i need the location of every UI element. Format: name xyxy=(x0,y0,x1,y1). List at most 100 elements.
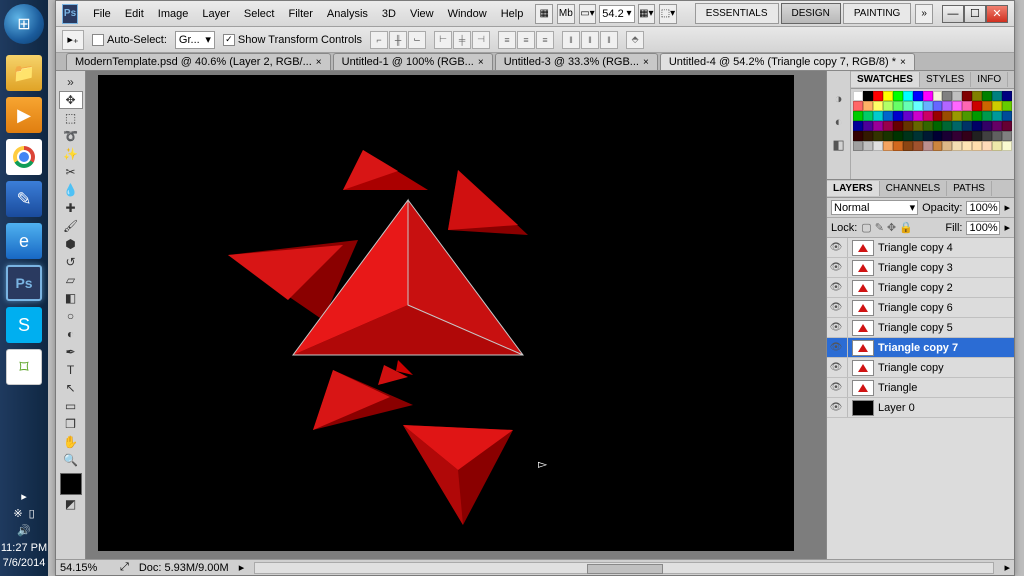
swatch[interactable] xyxy=(853,141,863,151)
layer-thumbnail[interactable] xyxy=(852,240,874,256)
history-brush-tool[interactable]: ↺ xyxy=(59,253,83,271)
menu-window[interactable]: Window xyxy=(441,5,494,23)
close-tab-icon[interactable]: × xyxy=(643,57,649,68)
channels-tab[interactable]: CHANNELS xyxy=(880,181,947,196)
swatch[interactable] xyxy=(982,111,992,121)
status-menu-icon[interactable]: ▸ xyxy=(239,561,245,574)
swatch[interactable] xyxy=(903,91,913,101)
blend-mode-dropdown[interactable]: Normal▾ xyxy=(831,200,918,215)
swatch[interactable] xyxy=(923,131,933,141)
screen-mode-icon[interactable]: ▭▾ xyxy=(579,4,597,24)
paths-tab[interactable]: PATHS xyxy=(947,181,992,196)
swatch[interactable] xyxy=(982,141,992,151)
swatch[interactable] xyxy=(853,91,863,101)
visibility-icon[interactable]: 👁 xyxy=(829,262,843,273)
swatch[interactable] xyxy=(962,131,972,141)
clock-date[interactable]: 7/6/2014 xyxy=(1,556,47,570)
menu-3d[interactable]: 3D xyxy=(375,5,403,23)
swatch[interactable] xyxy=(942,131,952,141)
layer-thumbnail[interactable] xyxy=(852,300,874,316)
swatch[interactable] xyxy=(952,141,962,151)
move-tool[interactable]: ✥ xyxy=(59,91,83,109)
stamp-tool[interactable]: ⬢ xyxy=(59,235,83,253)
status-zoom[interactable]: 54.15% xyxy=(60,562,110,574)
swatch[interactable] xyxy=(992,121,1002,131)
layer-thumbnail[interactable] xyxy=(852,360,874,376)
swatch[interactable] xyxy=(952,121,962,131)
more-workspaces-icon[interactable]: » xyxy=(915,4,933,24)
swatch[interactable] xyxy=(992,111,1002,121)
start-button[interactable]: ⊞ xyxy=(4,4,44,44)
swatch[interactable] xyxy=(903,101,913,111)
swatch[interactable] xyxy=(883,121,893,131)
crop-tool[interactable]: ✂ xyxy=(59,163,83,181)
swatch[interactable] xyxy=(962,91,972,101)
swatch[interactable] xyxy=(962,101,972,111)
camtasia-icon[interactable]: ⌑ xyxy=(6,349,42,385)
visibility-icon[interactable]: 👁 xyxy=(829,242,843,253)
maximize-button[interactable]: ☐ xyxy=(964,5,986,23)
opacity-arrow-icon[interactable]: ▸ xyxy=(1004,201,1010,214)
swatch[interactable] xyxy=(933,121,943,131)
marquee-tool[interactable]: ⬚ xyxy=(59,109,83,127)
info-tab[interactable]: INFO xyxy=(971,72,1008,87)
swatch[interactable] xyxy=(982,101,992,111)
swatch[interactable] xyxy=(992,131,1002,141)
styles-panel-icon[interactable]: ◧ xyxy=(832,137,844,153)
shape-tool[interactable]: ▭ xyxy=(59,397,83,415)
swatch[interactable] xyxy=(982,131,992,141)
menu-image[interactable]: Image xyxy=(151,5,196,23)
fill-arrow-icon[interactable]: ▸ xyxy=(1004,221,1010,234)
swatch[interactable] xyxy=(873,111,883,121)
explorer-icon[interactable]: 📁 xyxy=(6,55,42,91)
swatch[interactable] xyxy=(863,91,873,101)
swatch[interactable] xyxy=(913,101,923,111)
swatch[interactable] xyxy=(972,111,982,121)
dist-right-icon[interactable]: ‖ xyxy=(600,31,618,49)
align-left-icon[interactable]: ⊢ xyxy=(434,31,452,49)
move-tool-preset-icon[interactable]: ▸₊ xyxy=(62,30,84,50)
swatch[interactable] xyxy=(1002,111,1012,121)
swatches-panel[interactable] xyxy=(851,89,1014,155)
swatch[interactable] xyxy=(952,131,962,141)
workspace-essentials[interactable]: ESSENTIALS xyxy=(695,3,779,24)
arrange-docs-icon[interactable]: ▦▾ xyxy=(638,4,656,24)
swatch[interactable] xyxy=(982,121,992,131)
swatch[interactable] xyxy=(913,91,923,101)
dist-top-icon[interactable]: ≡ xyxy=(498,31,516,49)
document-canvas[interactable]: ▻ xyxy=(98,75,794,551)
swatch[interactable] xyxy=(972,121,982,131)
layer-row[interactable]: 👁Triangle copy 2 xyxy=(827,278,1014,298)
align-hcenter-icon[interactable]: ╪ xyxy=(453,31,471,49)
swatch[interactable] xyxy=(913,121,923,131)
ie-icon[interactable]: e xyxy=(6,223,42,259)
document-tab-0[interactable]: ModernTemplate.psd @ 40.6% (Layer 2, RGB… xyxy=(66,53,331,70)
menu-layer[interactable]: Layer xyxy=(195,5,237,23)
visibility-icon[interactable]: 👁 xyxy=(829,282,843,293)
extras-icon[interactable]: ⬚▾ xyxy=(659,4,677,24)
close-tab-icon[interactable]: × xyxy=(478,57,484,68)
layer-row[interactable]: 👁Triangle copy 5 xyxy=(827,318,1014,338)
swatch[interactable] xyxy=(903,141,913,151)
3d-tool[interactable]: ❒ xyxy=(59,415,83,433)
lock-pixels-icon[interactable]: ✎ xyxy=(875,221,884,234)
align-top-icon[interactable]: ⌐ xyxy=(370,31,388,49)
layer-row[interactable]: 👁Triangle copy 3 xyxy=(827,258,1014,278)
swatch[interactable] xyxy=(893,91,903,101)
swatch[interactable] xyxy=(972,101,982,111)
swatch[interactable] xyxy=(863,101,873,111)
layer-row[interactable]: 👁Triangle copy 4 xyxy=(827,238,1014,258)
hand-tool[interactable]: ✋ xyxy=(59,433,83,451)
swatch[interactable] xyxy=(933,111,943,121)
pen-tool[interactable]: ✒ xyxy=(59,343,83,361)
layer-row[interactable]: 👁Triangle copy xyxy=(827,358,1014,378)
wmp-icon[interactable]: ▶ xyxy=(6,97,42,133)
document-tab-1[interactable]: Untitled-1 @ 100% (RGB...× xyxy=(333,53,493,70)
menu-view[interactable]: View xyxy=(403,5,441,23)
swatch[interactable] xyxy=(1002,141,1012,151)
swatch[interactable] xyxy=(853,101,863,111)
swatch[interactable] xyxy=(863,111,873,121)
adjustments-panel-icon[interactable]: ◐ xyxy=(835,114,843,129)
swatch[interactable] xyxy=(1002,131,1012,141)
swatch[interactable] xyxy=(893,101,903,111)
